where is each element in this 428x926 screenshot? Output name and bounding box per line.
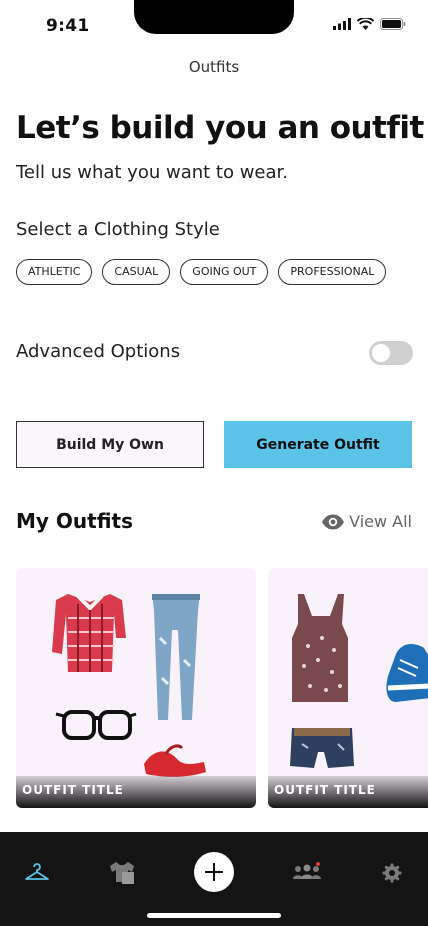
page-subtitle: Tell us what you want to wear. bbox=[16, 162, 289, 183]
advanced-options-toggle[interactable] bbox=[369, 341, 413, 365]
battery-icon bbox=[380, 18, 406, 30]
style-chip-group: ATHLETIC CASUAL GOING OUT PROFESSIONAL bbox=[16, 259, 387, 285]
style-chip-casual[interactable]: CASUAL bbox=[102, 259, 171, 285]
view-all-label: View All bbox=[349, 512, 412, 531]
outfit-card-title: OUTFIT TITLE bbox=[16, 776, 256, 808]
outfit-image bbox=[290, 594, 428, 768]
status-icons bbox=[333, 18, 406, 30]
signal-icon bbox=[333, 18, 351, 30]
nav-title: Outfits bbox=[188, 58, 240, 76]
community-icon bbox=[293, 862, 321, 879]
red-shoes-icon bbox=[144, 744, 206, 777]
settings-icon bbox=[382, 863, 402, 883]
tab-settings[interactable] bbox=[382, 863, 402, 887]
view-all-link[interactable]: View All bbox=[321, 512, 412, 531]
advanced-options-label: Advanced Options bbox=[16, 341, 181, 362]
shirt-icon bbox=[110, 862, 134, 884]
polka-dot-tank-icon bbox=[292, 594, 348, 702]
home-indicator bbox=[147, 913, 281, 918]
glasses-icon bbox=[55, 710, 137, 740]
page-title: Let’s build you an outfit! bbox=[16, 110, 428, 146]
toggle-knob bbox=[372, 344, 390, 362]
tab-outfits[interactable] bbox=[24, 862, 50, 886]
plaid-shirt-icon bbox=[52, 594, 126, 672]
wifi-icon bbox=[357, 18, 374, 30]
device-notch bbox=[134, 0, 294, 34]
style-chip-going-out[interactable]: GOING OUT bbox=[180, 259, 269, 285]
sneaker-icon bbox=[386, 644, 428, 702]
clothing-style-label: Select a Clothing Style bbox=[16, 219, 220, 240]
tab-wardrobe[interactable] bbox=[108, 860, 136, 890]
style-chip-professional[interactable]: PROFESSIONAL bbox=[278, 259, 387, 285]
add-outfit-button[interactable] bbox=[194, 852, 234, 892]
tab-bar bbox=[0, 832, 428, 926]
add-icon bbox=[205, 863, 223, 881]
status-time: 9:41 bbox=[46, 16, 90, 36]
style-chip-athletic[interactable]: ATHLETIC bbox=[16, 259, 93, 285]
hanger-icon bbox=[25, 863, 49, 880]
denim-shorts-icon bbox=[290, 728, 354, 768]
outfit-card[interactable]: OUTFIT TITLE bbox=[268, 568, 428, 808]
outfit-card[interactable]: OUTFIT TITLE bbox=[16, 568, 256, 808]
outfit-card-title: OUTFIT TITLE bbox=[268, 776, 428, 808]
build-my-own-button[interactable]: Build My Own bbox=[16, 421, 204, 468]
generate-outfit-button[interactable]: Generate Outfit bbox=[224, 421, 412, 468]
tab-community[interactable] bbox=[292, 862, 322, 886]
status-bar: 9:41 bbox=[0, 0, 428, 48]
outfit-image bbox=[52, 594, 206, 777]
my-outfits-heading: My Outfits bbox=[16, 509, 133, 533]
eye-icon bbox=[322, 514, 345, 529]
jeans-icon bbox=[152, 594, 200, 720]
